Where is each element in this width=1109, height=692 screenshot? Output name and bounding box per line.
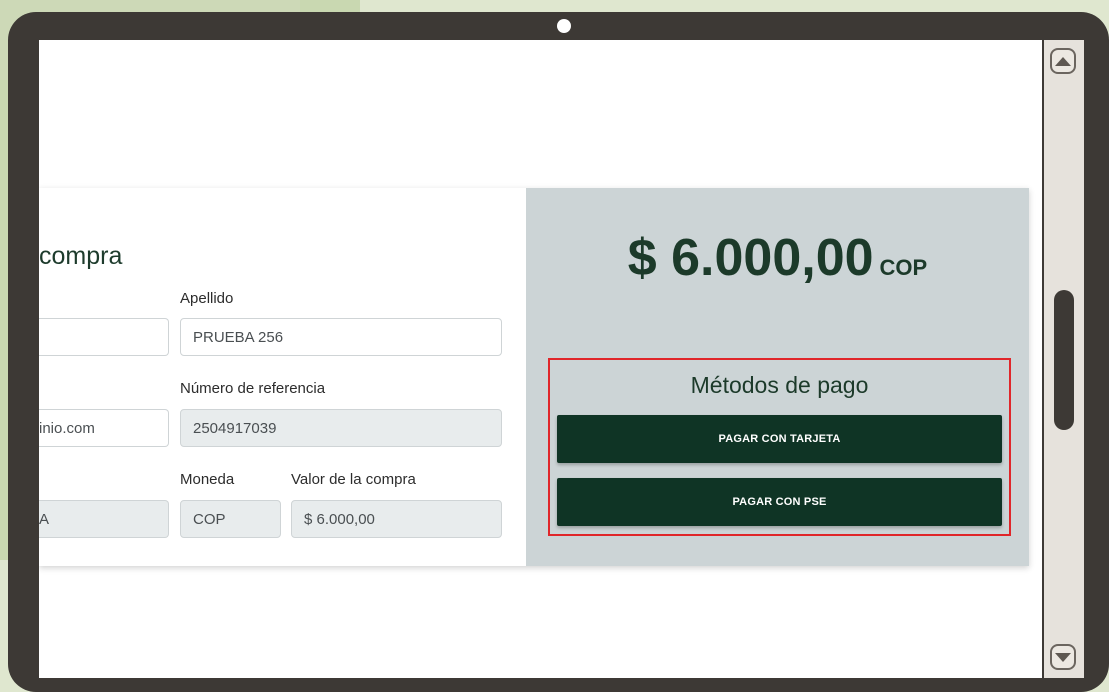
pay-with-pse-button[interactable]: PAGAR CON PSE <box>557 478 1002 526</box>
apellido-label: Apellido <box>180 290 234 307</box>
form-title: compra <box>39 242 123 270</box>
valor-compra-field: $ 6.000,00 <box>291 500 502 538</box>
total-amount: $ 6.000,00 COP <box>526 228 1029 288</box>
scroll-down-button[interactable] <box>1050 644 1076 670</box>
valor-compra-label: Valor de la compra <box>291 471 416 488</box>
scroll-thumb[interactable] <box>1054 290 1074 430</box>
payment-methods-box: Métodos de pago PAGAR CON TARJETA PAGAR … <box>548 358 1011 536</box>
apellido-field[interactable]: PRUEBA 256 <box>180 318 502 356</box>
tablet-frame: compra Apellido PRUEBA 256 Número de ref… <box>8 12 1109 692</box>
email-field[interactable]: inio.com <box>39 409 169 447</box>
arrow-down-icon <box>1055 652 1071 662</box>
payment-methods-title: Métodos de pago <box>690 372 869 398</box>
vertical-scrollbar[interactable] <box>1044 40 1084 678</box>
payment-panel: $ 6.000,00 COP Métodos de pago PAGAR CON … <box>526 188 1029 566</box>
amount-currency: COP <box>879 255 928 280</box>
pay-with-card-button[interactable]: PAGAR CON TARJETA <box>557 415 1002 463</box>
moneda-label: Moneda <box>180 471 235 488</box>
arrow-up-icon <box>1055 56 1071 66</box>
scroll-up-button[interactable] <box>1050 48 1076 74</box>
nombre-field[interactable] <box>39 318 169 356</box>
checkout-card: compra Apellido PRUEBA 256 Número de ref… <box>39 188 1029 566</box>
numero-referencia-field: 2504917039 <box>180 409 502 447</box>
moneda-field: COP <box>180 500 281 538</box>
camera-icon <box>557 19 571 33</box>
screen: compra Apellido PRUEBA 256 Número de ref… <box>39 40 1042 678</box>
tipo-documento-field[interactable]: A <box>39 500 169 538</box>
numero-referencia-label: Número de referencia <box>180 380 326 397</box>
purchase-form: compra Apellido PRUEBA 256 Número de ref… <box>39 188 526 566</box>
amount-value: $ 6.000,00 <box>627 229 874 287</box>
